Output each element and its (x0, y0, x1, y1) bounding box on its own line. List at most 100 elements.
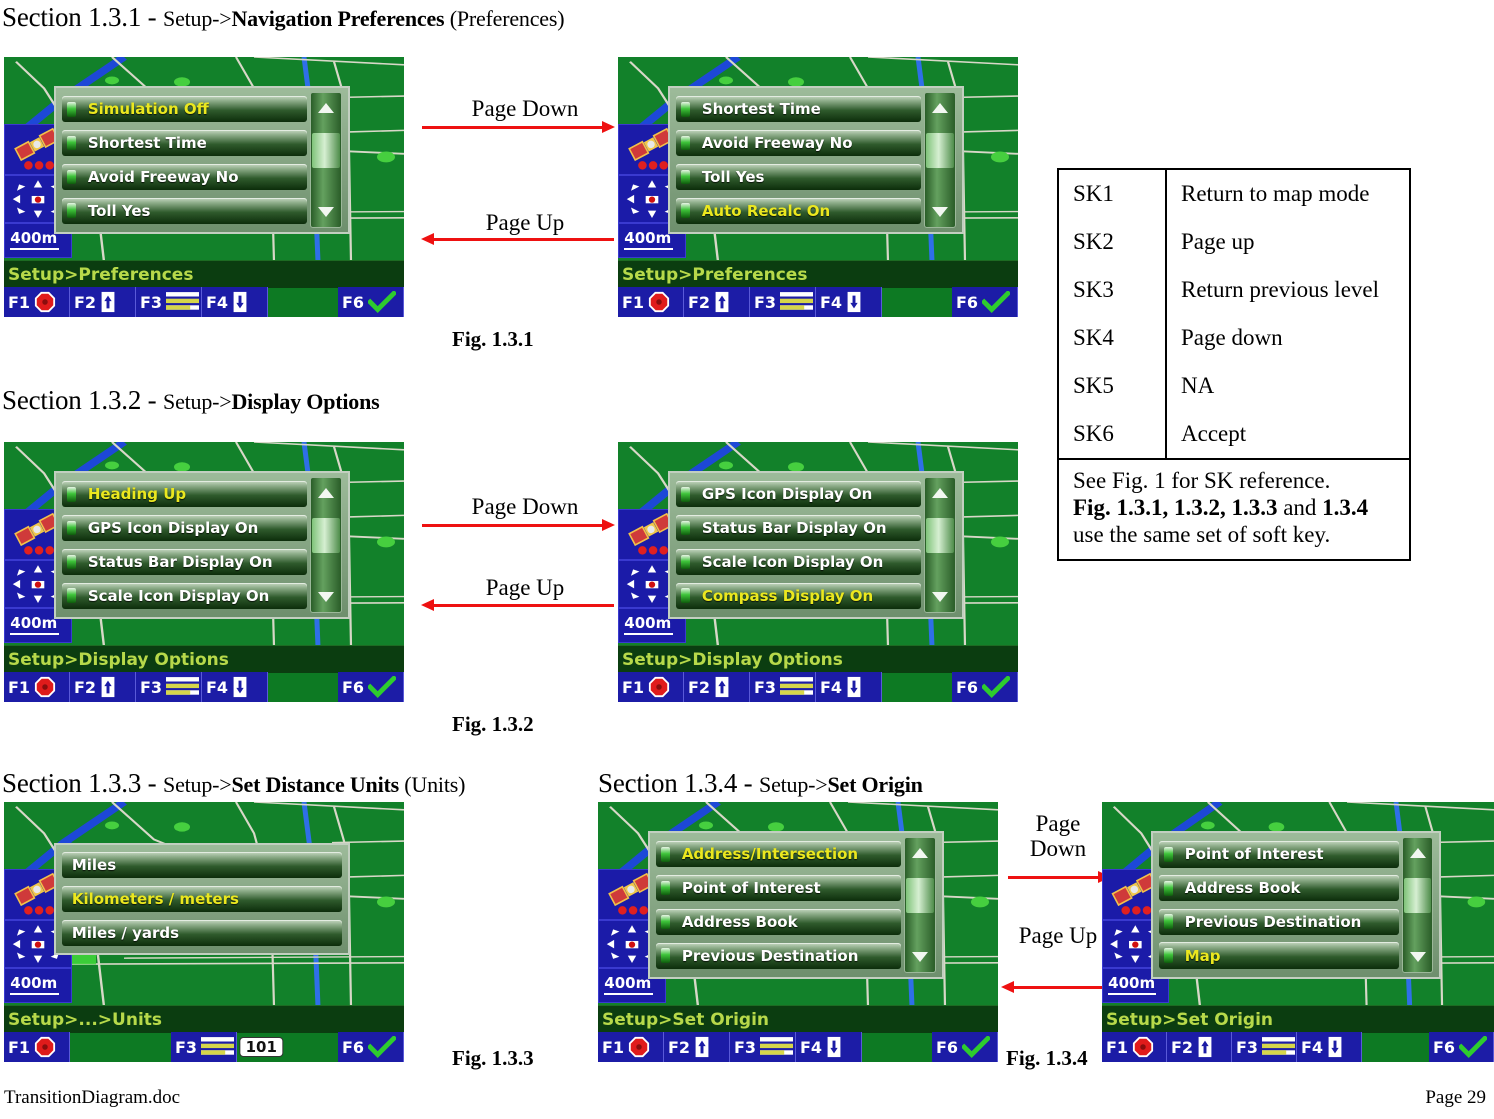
menu-item[interactable]: Shortest Time (675, 95, 922, 123)
label-page-down-131: Page Down (471, 96, 579, 121)
menu-item[interactable]: Kilometers / meters (61, 886, 343, 912)
softkey-f6[interactable]: F6 (952, 287, 1018, 317)
softkey-f1[interactable]: F1 (598, 1032, 664, 1062)
softkey-f4[interactable]: F4 (816, 287, 882, 317)
softkey-f6[interactable]: F6 (338, 287, 404, 317)
scroll-down-caret-icon[interactable] (1409, 952, 1426, 963)
softkey-f6[interactable]: F6 (1429, 1032, 1494, 1062)
list-lines-icon (166, 676, 200, 698)
menu-item[interactable]: GPS Icon Display On (675, 480, 922, 508)
softkey-f3[interactable]: F3 (171, 1032, 237, 1062)
menu-item[interactable]: Address Book (1158, 874, 1399, 902)
softkey-f4[interactable]: F4 (1297, 1032, 1362, 1062)
scroll-down-caret-icon[interactable] (912, 952, 929, 963)
softkey-f2[interactable]: F2 (70, 672, 136, 702)
softkey-f1[interactable]: F1 (618, 287, 684, 317)
menu-item[interactable]: Avoid Freeway No (675, 129, 922, 157)
menu-scrollbar[interactable] (1401, 837, 1434, 973)
menu-scrollbar[interactable] (924, 92, 957, 228)
menu-scrollbar[interactable] (924, 477, 957, 613)
scroll-up-caret-icon[interactable] (912, 847, 929, 858)
softkey-f4[interactable]: F4 (202, 287, 268, 317)
softkey-f3[interactable]: F3 (136, 672, 202, 702)
menu-item[interactable]: Status Bar Display On (675, 514, 922, 542)
softkey-f4[interactable]: F4 (816, 672, 882, 702)
softkey-f4[interactable]: F4 (202, 672, 268, 702)
menu-panel: Shortest Time Avoid Freeway No Toll Yes Aut… (668, 86, 964, 234)
menu-item[interactable]: Scale Icon Display On (61, 582, 308, 610)
softkey-f3[interactable]: F3 (750, 287, 816, 317)
softkey-id: SK6 (1059, 410, 1167, 458)
softkey-f2[interactable]: F2 (1167, 1032, 1232, 1062)
scroll-up-caret-icon[interactable] (1409, 847, 1426, 858)
section-134-path: Setup-> (759, 772, 828, 797)
screenshot-distance-units: 400m Miles Kilometers / meters Miles / yard… (4, 802, 404, 1062)
scrollbar-thumb[interactable] (312, 133, 341, 168)
menu-item-list: Heading Up GPS Icon Display On Status Bar … (61, 477, 308, 612)
menu-item[interactable]: Shortest Time (61, 129, 308, 157)
menu-item[interactable]: Toll Yes (675, 163, 922, 191)
softkey-f6[interactable]: F6 (932, 1032, 998, 1062)
softkey-f3[interactable]: F3 (1232, 1032, 1297, 1062)
scroll-up-caret-icon[interactable] (318, 102, 335, 113)
menu-item-marker (680, 554, 690, 570)
scrollbar-thumb[interactable] (906, 878, 935, 913)
softkey-f2[interactable]: F2 (684, 672, 750, 702)
note-bold-figs: Fig. 1.3.1, 1.3.2, 1.3.3 (1073, 494, 1278, 520)
menu-item[interactable]: Simulation Off (61, 95, 308, 123)
menu-item[interactable]: GPS Icon Display On (61, 514, 308, 542)
menu-item[interactable]: Auto Recalc On (675, 197, 922, 225)
menu-item[interactable]: Avoid Freeway No (61, 163, 308, 191)
menu-scrollbar[interactable] (310, 92, 343, 228)
menu-item[interactable]: Toll Yes (61, 197, 308, 225)
scroll-up-caret-icon[interactable] (932, 102, 949, 113)
softkey-f1[interactable]: F1 (618, 672, 684, 702)
softkey-f6[interactable]: F6 (338, 1032, 404, 1062)
menu-item-marker (660, 914, 670, 930)
menu-item[interactable]: Address/Intersection (655, 840, 902, 868)
softkey-f3[interactable]: F3 (136, 287, 202, 317)
softkey-f1[interactable]: F1 (4, 287, 70, 317)
softkey-f3[interactable]: F3 (730, 1032, 796, 1062)
menu-scrollbar[interactable] (904, 837, 937, 973)
menu-item[interactable]: Compass Display On (675, 582, 922, 610)
menu-item-label: Miles / yards (71, 923, 180, 942)
scroll-up-caret-icon[interactable] (932, 487, 949, 498)
menu-item[interactable]: Point of Interest (1158, 840, 1399, 868)
screenshot-nav-prefs-page1: 400m Simulation Off Shortest Time Avoid Fre… (4, 57, 404, 317)
status-bar: Setup>Display Options (4, 645, 404, 673)
scrollbar-thumb[interactable] (926, 133, 955, 168)
menu-item[interactable]: Miles (61, 852, 343, 878)
menu-item[interactable]: Point of Interest (655, 874, 902, 902)
scroll-down-caret-icon[interactable] (318, 207, 335, 218)
scrollbar-thumb[interactable] (1403, 878, 1432, 913)
menu-item[interactable]: Previous Destination (1158, 908, 1399, 936)
menu-item[interactable]: Scale Icon Display On (675, 548, 922, 576)
scroll-up-caret-icon[interactable] (318, 487, 335, 498)
menu-item[interactable]: Miles / yards (61, 920, 343, 946)
softkey-f6[interactable]: F6 (338, 672, 404, 702)
softkey-f1[interactable]: F1 (4, 672, 70, 702)
softkey-f2[interactable]: F2 (664, 1032, 730, 1062)
menu-scrollbar[interactable] (310, 477, 343, 613)
softkey-f3[interactable]: F3 (750, 672, 816, 702)
softkey-f1[interactable]: F1 (1102, 1032, 1167, 1062)
menu-item[interactable]: Address Book (655, 908, 902, 936)
menu-item[interactable]: Previous Destination (655, 942, 902, 970)
scroll-down-caret-icon[interactable] (318, 592, 335, 603)
softkey-f1[interactable]: F1 (4, 1032, 70, 1062)
softkey-f4[interactable]: F4 (796, 1032, 862, 1062)
menu-item-label: Scale Icon Display On (701, 552, 884, 571)
menu-item-label: Avoid Freeway No (87, 167, 239, 186)
softkey-f2[interactable]: F2 (70, 287, 136, 317)
scroll-down-caret-icon[interactable] (932, 592, 949, 603)
menu-item[interactable]: Map (1158, 942, 1399, 970)
scrollbar-thumb[interactable] (312, 518, 341, 553)
scroll-down-caret-icon[interactable] (932, 207, 949, 218)
menu-item[interactable]: Status Bar Display On (61, 548, 308, 576)
softkey-f2[interactable]: F2 (684, 287, 750, 317)
menu-item-marker (660, 880, 670, 896)
softkey-f6[interactable]: F6 (952, 672, 1018, 702)
scrollbar-thumb[interactable] (926, 518, 955, 553)
menu-item[interactable]: Heading Up (61, 480, 308, 508)
